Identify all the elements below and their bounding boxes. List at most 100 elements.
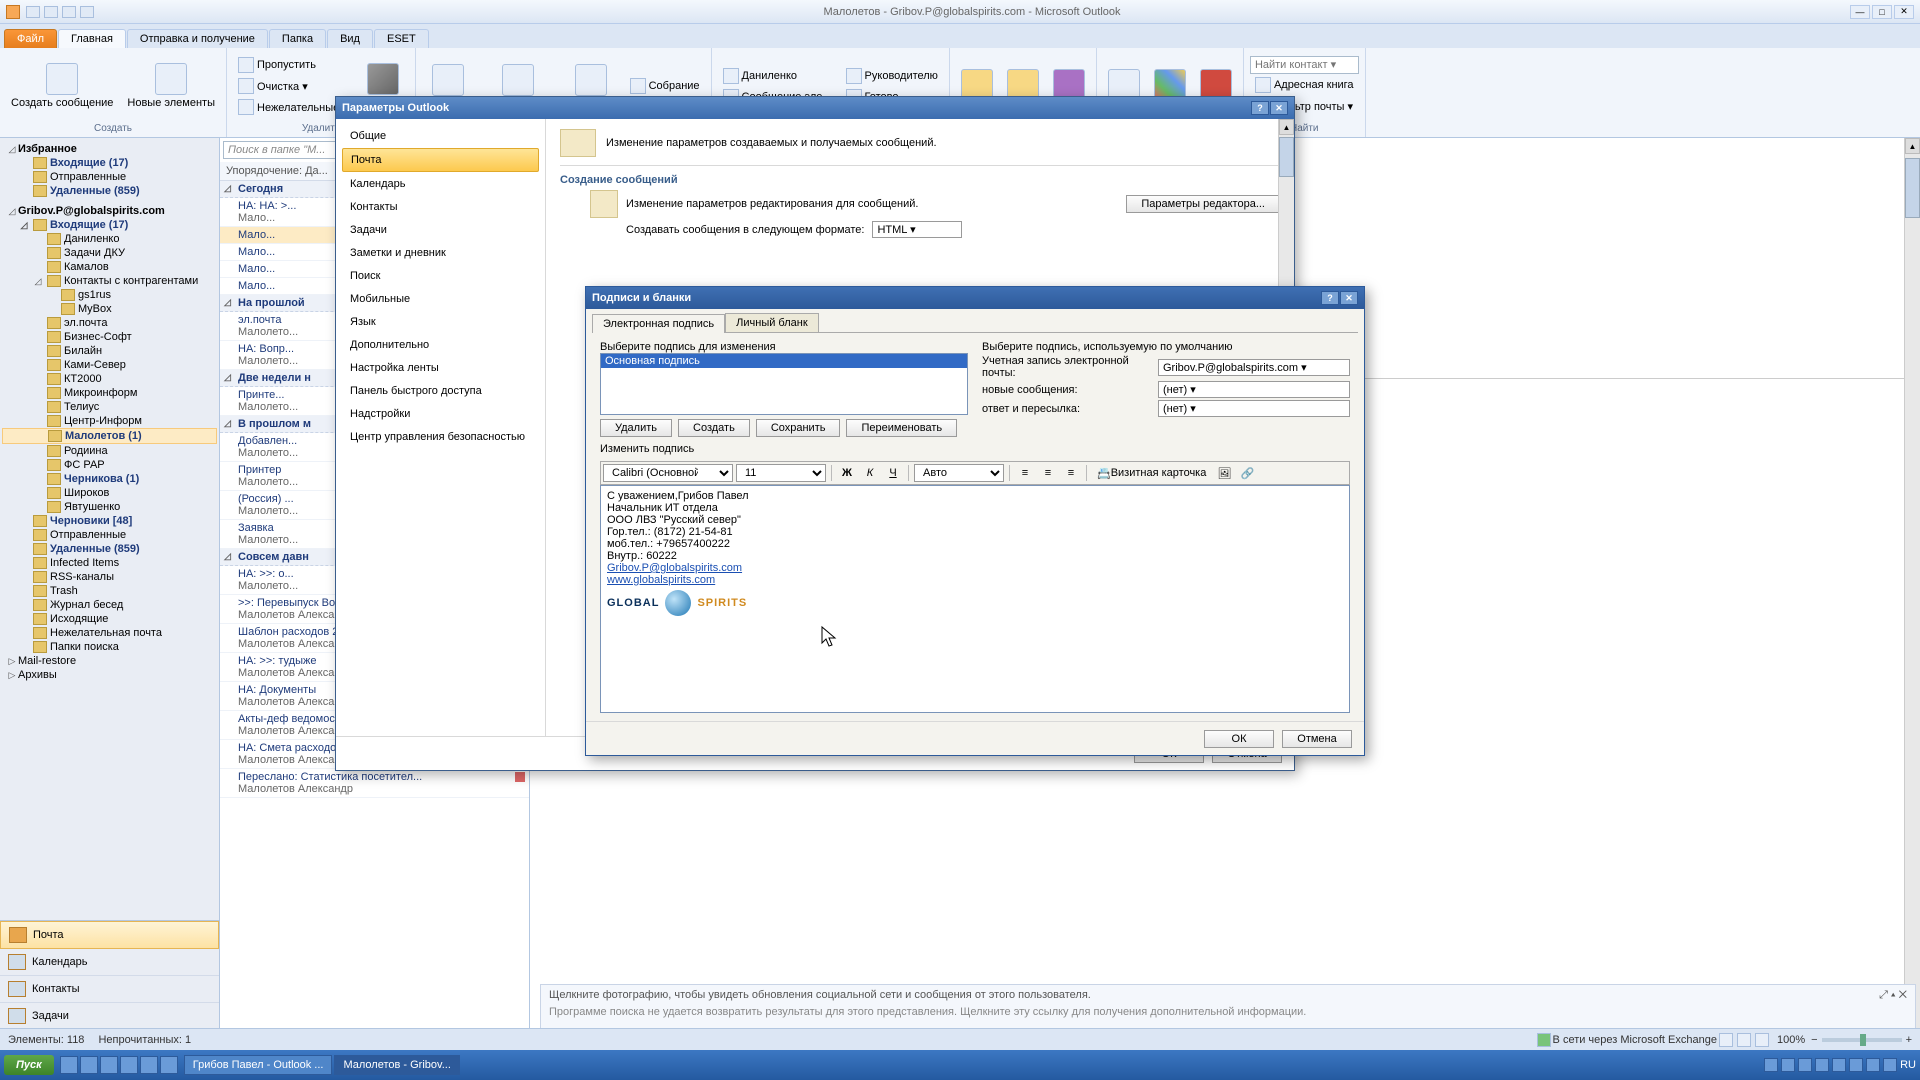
tab-folder[interactable]: Папка xyxy=(269,29,326,48)
mail-restore-node[interactable]: Mail-restore xyxy=(2,654,217,668)
folder-item[interactable]: Удаленные(859) xyxy=(2,542,217,556)
dialog-titlebar[interactable]: Подписи и бланки ?✕ xyxy=(586,287,1364,309)
tray-icon[interactable] xyxy=(1764,1058,1778,1072)
tray-icon[interactable] xyxy=(1849,1058,1863,1072)
options-category[interactable]: Центр управления безопасностью xyxy=(342,426,539,448)
close-button[interactable]: ✕ xyxy=(1270,101,1288,115)
align-left-button[interactable]: ≡ xyxy=(1015,464,1035,482)
folder-item[interactable]: Контакты с контрагентами xyxy=(2,274,217,288)
folder-item[interactable]: Исходящие xyxy=(2,612,217,626)
meeting-button[interactable]: Собрание xyxy=(625,76,705,96)
font-combo[interactable]: Calibri (Основной текс xyxy=(603,464,733,482)
folder-item[interactable]: ФС РАР xyxy=(2,458,217,472)
options-category[interactable]: Настройка ленты xyxy=(342,357,539,379)
folder-item[interactable]: Отправленные xyxy=(2,170,217,184)
help-button[interactable]: ? xyxy=(1321,291,1339,305)
signatures-listbox[interactable]: Основная подпись xyxy=(600,353,968,415)
maximize-button[interactable]: □ xyxy=(1872,5,1892,19)
folder-item[interactable]: Нежелательная почта xyxy=(2,626,217,640)
tab-send-receive[interactable]: Отправка и получение xyxy=(127,29,268,48)
folder-item[interactable]: Бизнес-Софт xyxy=(2,330,217,344)
options-category[interactable]: Почта xyxy=(342,148,539,172)
folder-item[interactable]: Родиина xyxy=(2,444,217,458)
folder-item[interactable]: Отправленные xyxy=(2,528,217,542)
cleanup-button[interactable]: Очистка ▾ xyxy=(233,76,353,96)
dialog-titlebar[interactable]: Параметры Outlook ?✕ xyxy=(336,97,1294,119)
options-category[interactable]: Календарь xyxy=(342,173,539,195)
nav-contacts[interactable]: Контакты xyxy=(0,976,219,1003)
view-reading-icon[interactable] xyxy=(1737,1033,1751,1047)
folder-item[interactable]: Черникова(1) xyxy=(2,472,217,486)
tab-eset[interactable]: ESET xyxy=(374,29,429,48)
nav-tasks[interactable]: Задачи xyxy=(0,1003,219,1030)
ql-icon[interactable] xyxy=(80,1056,98,1074)
size-combo[interactable]: 11 xyxy=(736,464,826,482)
signature-item[interactable]: Основная подпись xyxy=(601,354,967,368)
folder-item[interactable]: RSS-каналы xyxy=(2,570,217,584)
quickstep-item[interactable]: Даниленко xyxy=(718,66,837,86)
ql-icon[interactable] xyxy=(160,1056,178,1074)
tab-stationery[interactable]: Личный бланк xyxy=(725,313,819,332)
nav-mail[interactable]: Почта xyxy=(0,921,219,949)
folder-item[interactable]: Телиус xyxy=(2,400,217,414)
options-category[interactable]: Контакты xyxy=(342,196,539,218)
nav-calendar[interactable]: Календарь xyxy=(0,949,219,976)
cancel-button[interactable]: Отмена xyxy=(1282,730,1352,748)
folder-item[interactable]: Trash xyxy=(2,584,217,598)
qat-dropdown-icon[interactable] xyxy=(80,6,94,18)
delete-sig-button[interactable]: Удалить xyxy=(600,419,672,437)
help-button[interactable]: ? xyxy=(1251,101,1269,115)
ql-icon[interactable] xyxy=(120,1056,138,1074)
new-msg-combo[interactable]: (нет) ▾ xyxy=(1158,381,1350,398)
ql-icon[interactable] xyxy=(140,1056,158,1074)
folder-item[interactable]: Широков xyxy=(2,486,217,500)
favorites-header[interactable]: Избранное xyxy=(2,142,217,156)
folder-item[interactable]: Входящие(17) xyxy=(2,156,217,170)
options-category[interactable]: Мобильные xyxy=(342,288,539,310)
tray-icon[interactable] xyxy=(1815,1058,1829,1072)
zoom-slider[interactable] xyxy=(1822,1038,1902,1042)
web-link[interactable]: www.globalspirits.com xyxy=(607,574,715,586)
view-normal-icon[interactable] xyxy=(1719,1033,1733,1047)
color-combo[interactable]: Авто xyxy=(914,464,1004,482)
address-book-button[interactable]: Адресная книга xyxy=(1250,75,1359,95)
minimize-button[interactable]: — xyxy=(1850,5,1870,19)
tab-email-signature[interactable]: Электронная подпись xyxy=(592,314,725,333)
folder-item[interactable]: Даниленко xyxy=(2,232,217,246)
folder-item[interactable]: Черновики[48] xyxy=(2,514,217,528)
options-category[interactable]: Общие xyxy=(342,125,539,147)
options-category[interactable]: Дополнительно xyxy=(342,334,539,356)
folder-item[interactable]: КТ2000 xyxy=(2,372,217,386)
options-category[interactable]: Поиск xyxy=(342,265,539,287)
options-category[interactable]: Задачи xyxy=(342,219,539,241)
folder-item[interactable]: Камалов xyxy=(2,260,217,274)
skip-button[interactable]: Пропустить xyxy=(233,55,353,75)
card-icon[interactable]: 📇 Визитная карточка xyxy=(1092,464,1211,482)
italic-button[interactable]: К xyxy=(860,464,880,482)
link-button[interactable]: 🔗 xyxy=(1237,464,1257,482)
folder-item[interactable]: MyBox xyxy=(2,302,217,316)
tab-file[interactable]: Файл xyxy=(4,29,57,48)
align-right-button[interactable]: ≡ xyxy=(1061,464,1081,482)
folder-item[interactable]: эл.почта xyxy=(2,316,217,330)
qat-btn[interactable] xyxy=(26,6,40,18)
quick-access-toolbar[interactable] xyxy=(26,6,94,18)
quickstep-item[interactable]: Руководителю xyxy=(841,66,943,86)
folder-item[interactable]: gs1rus xyxy=(2,288,217,302)
rename-sig-button[interactable]: Переименовать xyxy=(846,419,957,437)
folder-item[interactable]: Микроинформ xyxy=(2,386,217,400)
qat-btn[interactable] xyxy=(62,6,76,18)
folder-item[interactable]: Малолетов(1) xyxy=(2,428,217,444)
mail-item[interactable]: Переслано: Статистика посетител...Малоле… xyxy=(220,769,529,798)
find-contact-input[interactable] xyxy=(1250,56,1359,74)
ql-icon[interactable] xyxy=(100,1056,118,1074)
new-mail-button[interactable]: Создать сообщение xyxy=(6,60,118,112)
taskbar-button[interactable]: Грибов Павел - Outlook ... xyxy=(184,1055,333,1075)
folder-item[interactable]: Журнал бесед xyxy=(2,598,217,612)
tab-view[interactable]: Вид xyxy=(327,29,373,48)
folder-item[interactable]: Центр-Информ xyxy=(2,414,217,428)
taskbar-button[interactable]: Малолетов - Gribov... xyxy=(334,1055,459,1075)
folder-item[interactable]: Задачи ДКУ xyxy=(2,246,217,260)
align-center-button[interactable]: ≡ xyxy=(1038,464,1058,482)
picture-button[interactable]: 🖼 xyxy=(1214,464,1234,482)
